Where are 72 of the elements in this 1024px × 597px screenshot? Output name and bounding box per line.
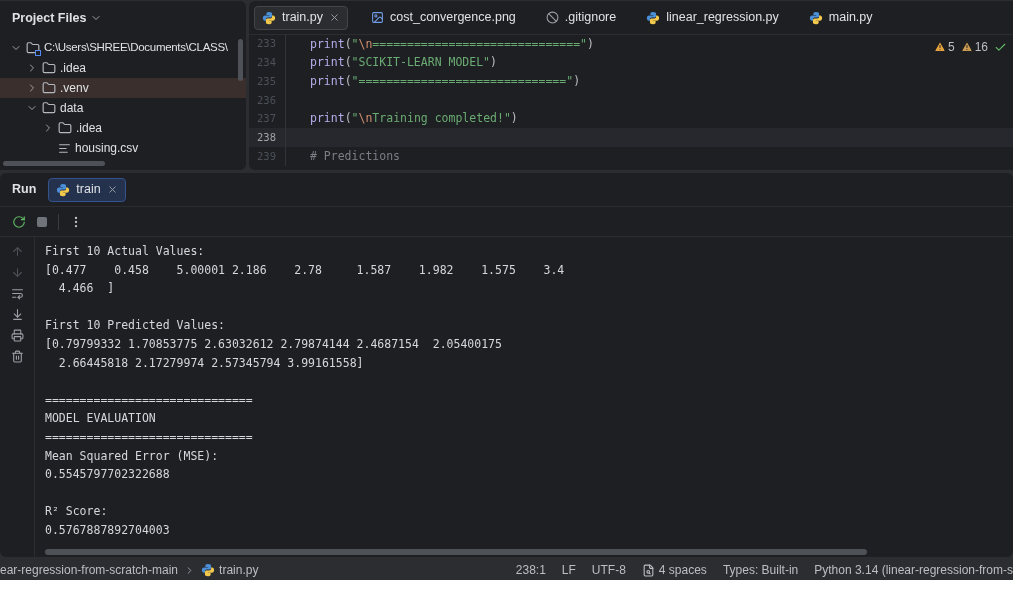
console-line: ==============================	[45, 428, 253, 446]
close-icon[interactable]	[329, 12, 340, 23]
console-line: 0.5767887892704003	[45, 521, 170, 539]
tree-item[interactable]: data	[0, 98, 246, 118]
python-icon	[262, 10, 276, 25]
tree-item[interactable]: housing.csv	[0, 138, 246, 158]
breadcrumb[interactable]: ear-regression-from-scratch-main	[0, 561, 179, 579]
print-icon[interactable]	[10, 329, 24, 342]
close-icon[interactable]	[106, 184, 118, 195]
editor-tab[interactable]: .gitignore	[538, 5, 624, 30]
scrollbar-thumb[interactable]	[3, 161, 105, 166]
python-icon	[56, 182, 71, 197]
console-line: First 10 Actual Values:	[45, 243, 205, 260]
indent-settings-icon	[641, 563, 655, 577]
editor-tab[interactable]: cost_convergence.png	[364, 5, 523, 30]
console-line: 4.466 ]	[57, 280, 115, 298]
stop-icon[interactable]	[36, 215, 48, 228]
rerun-icon[interactable]	[12, 214, 26, 229]
folder-icon	[42, 101, 56, 115]
text-file-icon	[58, 141, 71, 155]
run-tab[interactable]: train	[48, 177, 126, 202]
tree-item[interactable]: .venv	[0, 78, 246, 98]
scrollbar-thumb[interactable]	[45, 549, 867, 555]
inspection-count[interactable]: 5	[933, 38, 955, 56]
scroll-to-end-icon[interactable]	[10, 308, 24, 321]
console-line: 0.5545797702322688	[45, 466, 170, 484]
panel-title[interactable]: Project Files	[12, 8, 87, 28]
project-folder-icon	[26, 41, 40, 55]
status-item[interactable]: Python 3.14 (linear-regression-from-s	[814, 561, 1013, 579]
run-title: Run	[12, 181, 37, 199]
tree-item[interactable]: .idea	[0, 58, 246, 78]
down-arrow-icon[interactable]	[10, 266, 24, 279]
console-line: 2.66445818 2.17279974 2.57345794 3.99161558]	[57, 354, 364, 372]
status-item[interactable]: UTF-8	[591, 561, 626, 579]
console-line: MODEL EVALUATION	[45, 410, 156, 428]
warning-icon	[933, 41, 946, 53]
console-line: [0.79799332 1.70853775 2.63032612 2.79874144 2.4687154 2.05400175	[45, 335, 502, 353]
warning-icon	[960, 41, 973, 53]
folder-icon	[42, 61, 56, 75]
python-icon	[201, 563, 216, 577]
image-file-icon	[371, 11, 384, 24]
status-item[interactable]: Types: Built-in	[722, 561, 799, 579]
code-line: print("\nTraining completed!")	[310, 110, 518, 128]
console-line: ==============================	[45, 391, 253, 409]
trash-icon[interactable]	[10, 350, 24, 363]
editor-tab[interactable]: train.py	[254, 5, 348, 30]
soft-wrap-icon[interactable]	[10, 287, 24, 300]
console-line: First 10 Predicted Values:	[45, 317, 225, 335]
line-number: 238	[256, 129, 277, 145]
up-arrow-icon[interactable]	[10, 245, 24, 258]
editor-tab[interactable]: main.py	[801, 5, 880, 30]
code-line: print("==============================")	[310, 73, 581, 91]
status-item[interactable]: 4 spaces	[641, 561, 707, 579]
status-item[interactable]: 238:1	[515, 561, 546, 579]
console-line: Mean Squared Error (MSE):	[45, 447, 219, 465]
tree-item[interactable]: C:\Users\SHREE\Documents\CLASS\	[0, 38, 246, 58]
breadcrumb[interactable]: train.py	[219, 561, 259, 579]
ignored-file-icon	[545, 11, 559, 24]
code-line: print("\n==============================")	[310, 35, 594, 53]
python-icon	[808, 10, 823, 25]
folder-icon	[58, 121, 72, 135]
status-item[interactable]: LF	[561, 561, 576, 579]
inspection-count[interactable]: 16	[960, 38, 988, 56]
python-icon	[646, 10, 661, 25]
editor-tab[interactable]: linear_regression.py	[639, 5, 786, 30]
tree-item[interactable]: .idea	[0, 118, 246, 138]
code-line: # Predictions	[310, 147, 400, 165]
code-line: print("SCIKIT-LEARN MODEL")	[310, 54, 497, 72]
folder-icon	[42, 81, 56, 95]
console-line: [0.477 0.458 5.00001 2.186 2.78 1.587 1.982 1.575 3.4	[45, 261, 565, 279]
scrollbar-thumb[interactable]	[238, 39, 243, 81]
console-line: R² Score:	[45, 503, 108, 521]
